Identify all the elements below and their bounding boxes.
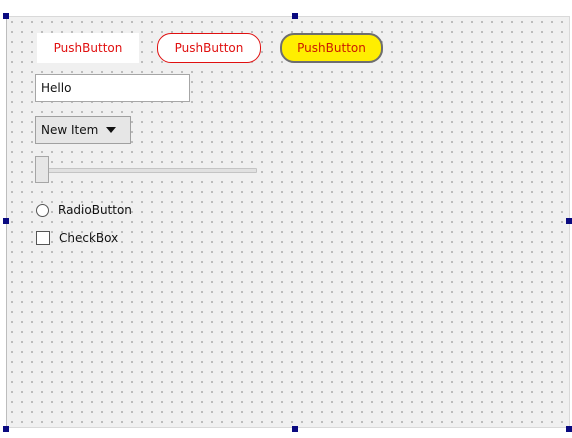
- push-button-label: PushButton: [53, 41, 123, 55]
- dropdown-arrow-icon: [106, 127, 117, 133]
- radio-button[interactable]: RadioButton: [36, 201, 132, 219]
- push-button-flat[interactable]: PushButton: [37, 33, 139, 63]
- horizontal-slider[interactable]: [35, 156, 257, 184]
- check-box[interactable]: CheckBox: [36, 229, 118, 247]
- line-edit-value: Hello: [41, 81, 72, 95]
- push-button-yellow[interactable]: PushButton: [280, 33, 383, 63]
- combo-box-selected: New Item: [41, 123, 99, 137]
- slider-handle[interactable]: [35, 156, 49, 183]
- combo-box[interactable]: New Item: [35, 116, 131, 144]
- radio-button-label: RadioButton: [58, 203, 132, 217]
- radio-circle-icon[interactable]: [36, 203, 49, 217]
- push-button-label: PushButton: [174, 41, 244, 55]
- checkbox-square-icon[interactable]: [36, 231, 50, 245]
- slider-groove: [35, 168, 257, 173]
- selection-handle-bottom-right[interactable]: [566, 426, 572, 432]
- selection-handle-top-left[interactable]: [3, 13, 9, 19]
- selection-handle-middle-right[interactable]: [566, 218, 572, 224]
- selection-handle-bottom-left[interactable]: [3, 426, 9, 432]
- push-button-outlined[interactable]: PushButton: [157, 33, 261, 63]
- selection-handle-top-center[interactable]: [292, 13, 298, 19]
- line-edit[interactable]: Hello: [35, 74, 190, 102]
- selection-handle-middle-left[interactable]: [3, 218, 9, 224]
- designer-canvas: PushButton PushButton PushButton Hello N…: [0, 0, 572, 438]
- push-button-label: PushButton: [297, 41, 366, 55]
- check-box-label: CheckBox: [59, 231, 119, 245]
- selection-handle-bottom-center[interactable]: [292, 426, 298, 432]
